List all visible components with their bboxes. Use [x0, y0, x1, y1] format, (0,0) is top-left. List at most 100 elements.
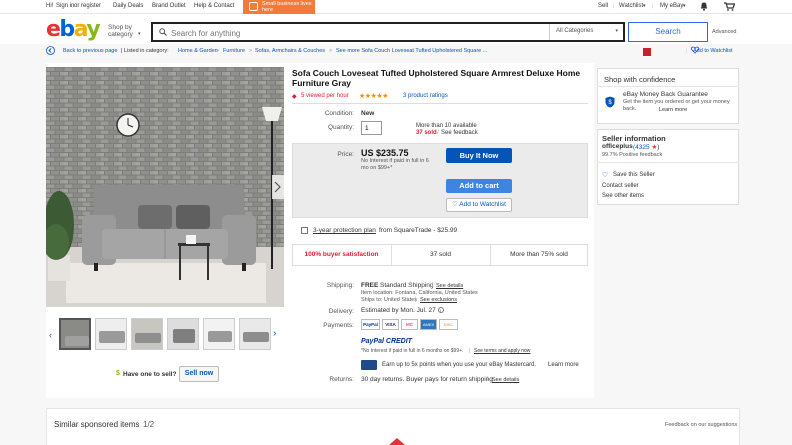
- promo-banner[interactable]: Small business lives here: [243, 0, 315, 14]
- heart-icon: ♡: [602, 172, 609, 179]
- seller-score[interactable]: (4325 ★): [633, 143, 659, 151]
- protection-plan-checkbox[interactable]: [301, 227, 308, 234]
- add-to-watchlist-label: Add to Watchlist: [459, 201, 506, 208]
- category-select[interactable]: All Categories ▾: [549, 24, 623, 40]
- divider: [292, 103, 588, 104]
- delivery-value: Estimated by Mon. Jul. 27 i: [361, 307, 444, 314]
- see-details-link[interactable]: See details: [436, 283, 463, 289]
- thumbnail[interactable]: [95, 318, 127, 350]
- mastercard-promo-text: Earn up to 5x points when you use your e…: [382, 362, 537, 368]
- search-box: All Categories ▾: [151, 22, 625, 42]
- promo-text: Small business lives here: [262, 1, 312, 13]
- breadcrumb-item[interactable]: See more Sofa Couch Loveseat Tufted Upho…: [336, 48, 487, 54]
- shop-by-category-button[interactable]: Shop by category ▾: [108, 24, 144, 38]
- mastercard-icon: MC: [401, 319, 418, 330]
- brand-outlet-link[interactable]: Brand Outlet: [152, 3, 186, 9]
- storefront-icon: [249, 2, 258, 11]
- buyer-satisfaction-stat: 100% buyer satisfaction: [304, 251, 379, 258]
- thumbnail[interactable]: [167, 318, 199, 350]
- seller-name-link[interactable]: officeplus: [602, 143, 633, 150]
- chevron-down-icon: ▾: [138, 31, 141, 37]
- advanced-search-link[interactable]: Advanced: [712, 29, 736, 35]
- delivery-label: Delivery:: [328, 308, 354, 315]
- search-button[interactable]: Search: [628, 22, 708, 42]
- product-image[interactable]: [46, 67, 284, 307]
- divider: |: [652, 3, 654, 9]
- back-link[interactable]: Back to previous page: [63, 48, 117, 54]
- thumbnail[interactable]: [59, 318, 91, 350]
- breadcrumb-item[interactable]: Furniture: [223, 48, 245, 54]
- register-link[interactable]: register: [81, 3, 101, 9]
- returns-see-details-link[interactable]: See details: [492, 377, 519, 383]
- divider: |: [686, 48, 688, 54]
- add-to-watchlist-link[interactable]: Add to Watchlist: [693, 48, 733, 54]
- or-text: or: [74, 3, 80, 9]
- chevron-right-icon: >: [249, 48, 253, 54]
- my-ebay-link[interactable]: My eBay: [660, 3, 683, 9]
- guarantee-learn-more-link[interactable]: Learn more: [659, 107, 687, 113]
- seller-info-title: Seller information: [602, 134, 666, 143]
- save-seller-link[interactable]: Save this Seller: [613, 172, 655, 178]
- daily-deals-link[interactable]: Daily Deals: [113, 3, 143, 9]
- contact-seller-link[interactable]: Contact seller: [602, 183, 639, 189]
- sold-percent-stat: More than 75% sold: [510, 251, 568, 258]
- divider: |: [415, 297, 417, 303]
- divider: [597, 86, 739, 87]
- see-exclusions-link[interactable]: See exclusions: [420, 297, 457, 303]
- thumbnail[interactable]: [203, 318, 235, 350]
- see-other-items-link[interactable]: See other items: [602, 193, 644, 199]
- ships-to: Ships to: United States: [361, 297, 417, 303]
- shop-by-category-label: Shop by category: [108, 24, 133, 38]
- divider: [597, 162, 739, 163]
- chevron-right-icon[interactable]: ›: [273, 328, 276, 339]
- help-contact-link[interactable]: Help & Contact: [194, 3, 234, 9]
- search-icon: [159, 28, 167, 38]
- breadcrumb-item[interactable]: Sofas, Armchairs & Couches: [255, 48, 325, 54]
- chevron-left-icon[interactable]: ‹: [49, 330, 52, 340]
- sell-now-button[interactable]: Sell now: [179, 366, 219, 382]
- bell-icon[interactable]: [700, 2, 708, 13]
- item-location: Item location: Fontana, California, Unit…: [361, 290, 478, 296]
- pinterest-icon[interactable]: [643, 48, 651, 56]
- greeting: Hi!: [46, 3, 54, 9]
- watchlist-link[interactable]: Watchlist: [619, 3, 643, 9]
- protection-plan-link[interactable]: 3-year protection plan: [313, 227, 376, 234]
- feedback-suggestions-link[interactable]: Feedback on our suggestions: [665, 422, 737, 428]
- quantity-label: Quantity:: [327, 124, 354, 131]
- search-input[interactable]: [171, 26, 541, 40]
- thumbnail[interactable]: [131, 318, 163, 350]
- see-terms-link[interactable]: See terms and apply now: [474, 348, 530, 354]
- thumbnail[interactable]: [239, 318, 271, 350]
- positive-feedback: 99.7% Positive feedback: [602, 152, 663, 158]
- dollar-icon: $: [116, 370, 120, 377]
- see-feedback-link[interactable]: See feedback: [441, 130, 478, 136]
- chevron-right-icon: >: [216, 48, 220, 54]
- paypal-icon: PayPal: [361, 319, 380, 330]
- shield-icon: $: [605, 96, 615, 110]
- sold-stat: 37 sold: [430, 251, 451, 258]
- amex-icon: AMEX: [420, 319, 437, 330]
- breadcrumb-item[interactable]: Home & Garden: [178, 48, 218, 54]
- interest-text: No Interest if paid in full in 6 mo on $…: [361, 158, 429, 171]
- sign-in-link[interactable]: Sign in: [56, 3, 74, 9]
- back-icon[interactable]: [46, 46, 55, 57]
- have-one-to-sell-label: Have one to sell?: [123, 371, 177, 378]
- learn-more-link[interactable]: Learn more: [548, 362, 579, 368]
- info-icon[interactable]: i: [437, 307, 444, 313]
- sell-link[interactable]: Sell: [598, 3, 608, 9]
- top-bar: Hi! Sign in or register Daily Deals Bran…: [0, 0, 792, 14]
- add-to-cart-button[interactable]: Add to cart: [446, 179, 512, 193]
- sponsored-title: Similar sponsored items: [54, 420, 140, 429]
- ebay-logo[interactable]: ebay: [46, 19, 101, 41]
- guarantee-title: eBay Money Back Guarantee: [623, 91, 708, 98]
- sponsored-page-indicator: 1/2: [143, 420, 155, 429]
- available-text: More than 10 available: [416, 123, 477, 129]
- quantity-input[interactable]: [361, 121, 382, 135]
- add-to-watchlist-button[interactable]: ♡ Add to Watchlist: [446, 198, 512, 212]
- sold-count-link[interactable]: 37 sold: [416, 130, 437, 136]
- product-ratings-link[interactable]: 3 product ratings: [403, 93, 448, 99]
- buy-it-now-button[interactable]: Buy It Now: [446, 148, 512, 163]
- shipping-method: Standard Shipping: [380, 282, 434, 289]
- cart-icon[interactable]: [724, 2, 736, 13]
- shipping-free: FREE: [361, 282, 379, 289]
